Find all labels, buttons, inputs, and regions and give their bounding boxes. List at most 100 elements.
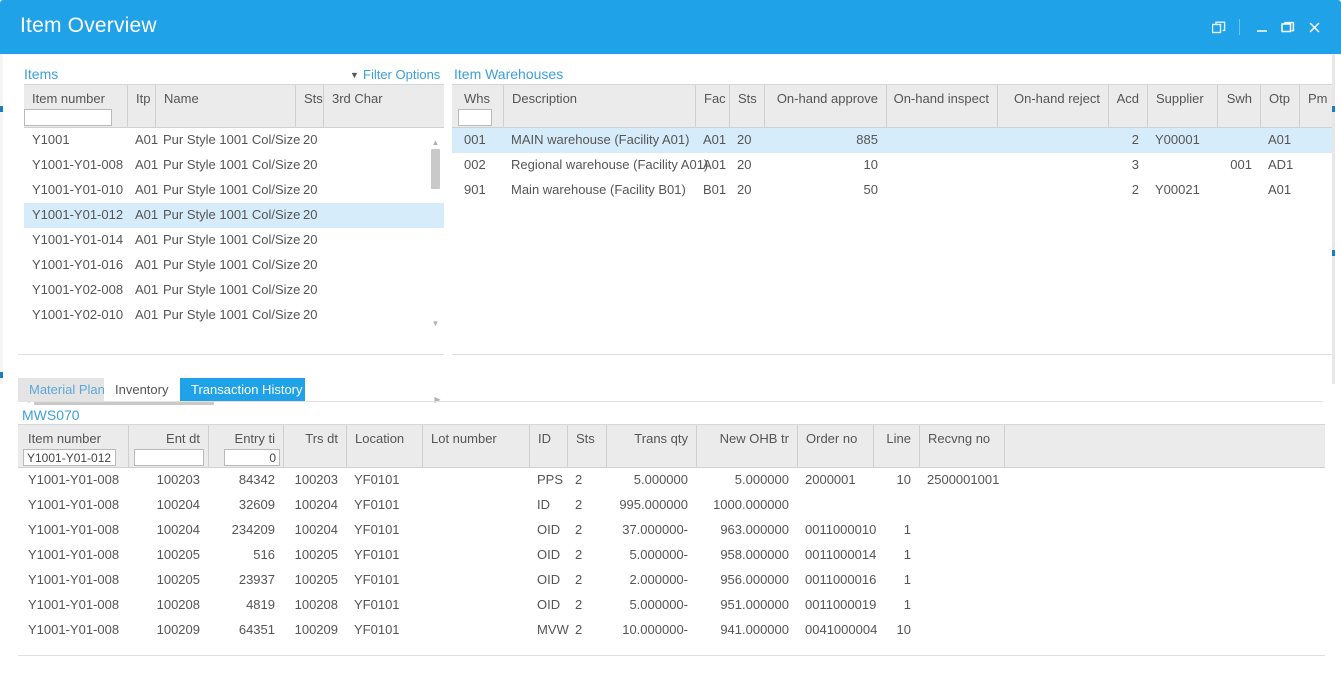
warehouses-header-cell-onhand_approve[interactable]: On-hand approve <box>764 85 886 127</box>
transactions-cell-new_ohb_tr: 956.000000 <box>720 572 789 587</box>
transactions-header-cell-new_ohb_tr[interactable]: New OHB tr <box>696 425 797 467</box>
warehouses-filter-input-whs[interactable] <box>458 109 492 126</box>
transactions-header-cell-trs_dt[interactable]: Trs dt <box>283 425 346 467</box>
items-row[interactable]: Y1001-Y02-010 A01 Pur Style 1001 Col/Size 2… <box>24 303 444 328</box>
filter-options-link[interactable]: Filter Options <box>363 67 440 82</box>
warehouses-header-cell-swh[interactable]: Swh <box>1217 85 1260 127</box>
warehouses-header-cell-supplier[interactable]: Supplier <box>1147 85 1217 127</box>
warehouses-header-cell-pm[interactable]: Pm <box>1299 85 1332 127</box>
warehouses-header-cell-fac[interactable]: Fac <box>695 85 729 127</box>
items-cell-sts: 20 <box>303 207 318 222</box>
transactions-grid: Item number Ent dt Entry ti Trs dt Location L… <box>18 424 1325 648</box>
warehouses-row[interactable]: 901 Main warehouse (Facility B01) B01 20 50 2… <box>452 178 1332 203</box>
warehouses-cell-whs: 901 <box>464 182 486 197</box>
warehouses-header-cell-description[interactable]: Description <box>503 85 695 127</box>
warehouses-row[interactable]: 002 Regional warehouse (Facility A01) A01 2… <box>452 153 1332 178</box>
items-row[interactable]: Y1001-Y01-012 A01 Pur Style 1001 Col/Size 2… <box>24 203 444 228</box>
scroll-down-icon[interactable]: ▼ <box>431 319 440 328</box>
transactions-row[interactable]: Y1001-Y01-008 100208 4819 100208 YF0101 OID 2 5… <box>18 593 1325 618</box>
transactions-header-cell-line[interactable]: Line <box>873 425 919 467</box>
transactions-row[interactable]: Y1001-Y01-008 100203 84342 100203 YF0101 PPS 2… <box>18 468 1325 493</box>
warehouses-cell-acd: 3 <box>1131 157 1139 172</box>
right-scroll-rail[interactable] <box>1332 54 1335 384</box>
transactions-cell-id: MVW <box>537 622 569 637</box>
warehouses-header-cell-onhand_reject[interactable]: On-hand reject <box>997 85 1108 127</box>
transactions-header-cell-spare[interactable] <box>1004 425 1325 467</box>
warehouses-header-cell-acd[interactable]: Acd <box>1108 85 1147 127</box>
transactions-filter-input-item_number[interactable] <box>23 449 116 466</box>
tabs-underline <box>18 401 1323 402</box>
transactions-cell-entry_ti: 516 <box>253 547 275 562</box>
transactions-cell-location: YF0101 <box>354 547 400 562</box>
transactions-cell-trans_qty: 5.000000 <box>633 472 688 487</box>
transactions-row[interactable]: Y1001-Y01-008 100205 516 100205 YF0101 OID 2 5.… <box>18 543 1325 568</box>
items-cell-sts: 20 <box>303 182 318 197</box>
restore-window-icon[interactable] <box>1206 16 1232 38</box>
items-header-cell-name[interactable]: Name <box>155 85 295 127</box>
tab-material-plan[interactable]: Material Plan <box>18 378 105 401</box>
transactions-header-cell-id[interactable]: ID <box>529 425 567 467</box>
items-vscroll-thumb[interactable] <box>431 149 440 189</box>
transactions-header-label-entry_ti: Entry ti <box>234 431 275 446</box>
transactions-grid-body[interactable]: Y1001-Y01-008 100203 84342 100203 YF0101 PPS 2… <box>18 468 1325 648</box>
items-row[interactable]: Y1001-Y01-014 A01 Pur Style 1001 Col/Size 2… <box>24 228 444 253</box>
minimize-icon[interactable] <box>1249 16 1275 38</box>
warehouses-header-cell-sts[interactable]: Sts <box>729 85 764 127</box>
warehouses-row[interactable]: 001 MAIN warehouse (Facility A01) A01 20 885… <box>452 128 1332 153</box>
items-cell-itp: A01 <box>135 257 159 272</box>
transactions-row[interactable]: Y1001-Y01-008 100204 32609 100204 YF0101 ID 2 9… <box>18 493 1325 518</box>
scroll-up-icon[interactable]: ▲ <box>431 138 440 147</box>
program-id-label: MWS070 <box>22 407 80 423</box>
transactions-cell-item_number: Y1001-Y01-008 <box>28 547 120 562</box>
transactions-cell-order_no: 0041000004 <box>805 622 878 637</box>
transactions-filter-input-entry_ti[interactable] <box>224 449 280 466</box>
items-cell-item_number: Y1001 <box>32 132 70 147</box>
items-row[interactable]: Y1001-Y02-008 A01 Pur Style 1001 Col/Size 2… <box>24 278 444 303</box>
tab-transaction-history[interactable]: Transaction History <box>180 378 305 401</box>
warehouses-cell-supplier: Y00021 <box>1155 182 1200 197</box>
scroll-right-icon[interactable]: ▶ <box>433 395 442 405</box>
transactions-cell-sts: 2 <box>575 622 583 637</box>
left-scroll-rail[interactable] <box>0 54 3 384</box>
transactions-cell-new_ohb_tr: 958.000000 <box>720 547 789 562</box>
items-cell-item_number: Y1001-Y01-010 <box>32 182 124 197</box>
warehouses-cell-description: Main warehouse (Facility B01) <box>511 182 686 197</box>
transactions-filter-input-ent_dt[interactable] <box>134 449 204 466</box>
items-grid-body[interactable]: Y1001 A01 Pur Style 1001 Col/Size 20 Y1001-Y… <box>24 128 444 328</box>
transactions-header-cell-lot_number[interactable]: Lot number <box>422 425 529 467</box>
items-header-cell-itp[interactable]: Itp <box>127 85 155 127</box>
transactions-row[interactable]: Y1001-Y01-008 100209 64351 100209 YF0101 MVW 2… <box>18 618 1325 643</box>
items-row[interactable]: Y1001-Y01-008 A01 Pur Style 1001 Col/Size 2… <box>24 153 444 178</box>
warehouses-cell-swh: 001 <box>1230 157 1252 172</box>
warehouses-cell-otp: AD1 <box>1268 157 1294 172</box>
transactions-cell-trans_qty: 37.000000- <box>622 522 688 537</box>
maximize-icon[interactable] <box>1275 16 1301 38</box>
items-header-cell-sts[interactable]: Sts <box>295 85 323 127</box>
warehouses-header-cell-onhand_inspect[interactable]: On-hand inspect <box>886 85 997 127</box>
items-filter-input-item_number[interactable] <box>24 109 112 126</box>
items-header-cell-third_char[interactable]: 3rd Char <box>323 85 443 127</box>
right-rail-mark <box>1332 106 1335 112</box>
transactions-cell-order_no: 0011000010 <box>805 522 877 537</box>
transactions-row[interactable]: Y1001-Y01-008 100205 23937 100205 YF0101 OID 2… <box>18 568 1325 593</box>
transactions-header-cell-sts[interactable]: Sts <box>567 425 606 467</box>
items-row[interactable]: Y1001-Y01-010 A01 Pur Style 1001 Col/Size 2… <box>24 178 444 203</box>
transactions-header-cell-recvng_no[interactable]: Recvng no <box>919 425 1004 467</box>
items-row[interactable]: Y1001-Y01-016 A01 Pur Style 1001 Col/Size 2… <box>24 253 444 278</box>
transactions-cell-line: 1 <box>903 547 911 562</box>
warehouses-header-cell-otp[interactable]: Otp <box>1260 85 1299 127</box>
items-vertical-scrollbar[interactable]: ▲ ▼ <box>430 138 441 328</box>
transactions-header-label-trs_dt: Trs dt <box>305 431 338 446</box>
transactions-header-cell-location[interactable]: Location <box>346 425 422 467</box>
items-row[interactable]: Y1001 A01 Pur Style 1001 Col/Size 20 <box>24 128 444 153</box>
left-rail-mark <box>0 372 3 378</box>
transactions-cell-id: OID <box>537 572 561 587</box>
warehouses-grid-body[interactable]: 001 MAIN warehouse (Facility A01) A01 20 885… <box>452 128 1332 206</box>
transactions-header-cell-trans_qty[interactable]: Trans qty <box>606 425 696 467</box>
minimize-glyph <box>1256 29 1267 32</box>
transactions-header-cell-order_no[interactable]: Order no <box>797 425 873 467</box>
tab-inventory[interactable]: Inventory <box>104 378 180 401</box>
transactions-row[interactable]: Y1001-Y01-008 100204 234209 100204 YF0101 OID… <box>18 518 1325 543</box>
close-icon[interactable] <box>1301 16 1327 38</box>
chevron-down-icon[interactable]: ▼ <box>350 70 359 80</box>
